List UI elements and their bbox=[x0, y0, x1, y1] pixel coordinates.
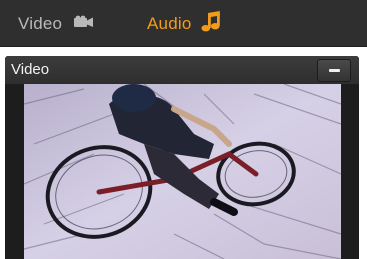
panel-title: Video bbox=[11, 61, 50, 78]
video-preview[interactable] bbox=[5, 84, 359, 259]
tab-audio[interactable]: Audio bbox=[147, 10, 221, 38]
tab-audio-label: Audio bbox=[147, 14, 192, 33]
video-panel: Video bbox=[5, 56, 359, 259]
tab-bar: Video Audio bbox=[0, 0, 367, 47]
collapse-button[interactable] bbox=[317, 59, 351, 82]
minus-icon bbox=[328, 69, 340, 72]
music-note-icon bbox=[201, 10, 221, 38]
video-camera-icon bbox=[72, 14, 94, 34]
video-frame-image bbox=[24, 84, 341, 259]
tab-video[interactable]: Video bbox=[18, 11, 94, 37]
tab-video-label: Video bbox=[18, 14, 63, 33]
video-frame bbox=[24, 84, 341, 259]
app-window: Video Audio Video bbox=[0, 0, 367, 259]
panel-header: Video bbox=[5, 56, 359, 84]
